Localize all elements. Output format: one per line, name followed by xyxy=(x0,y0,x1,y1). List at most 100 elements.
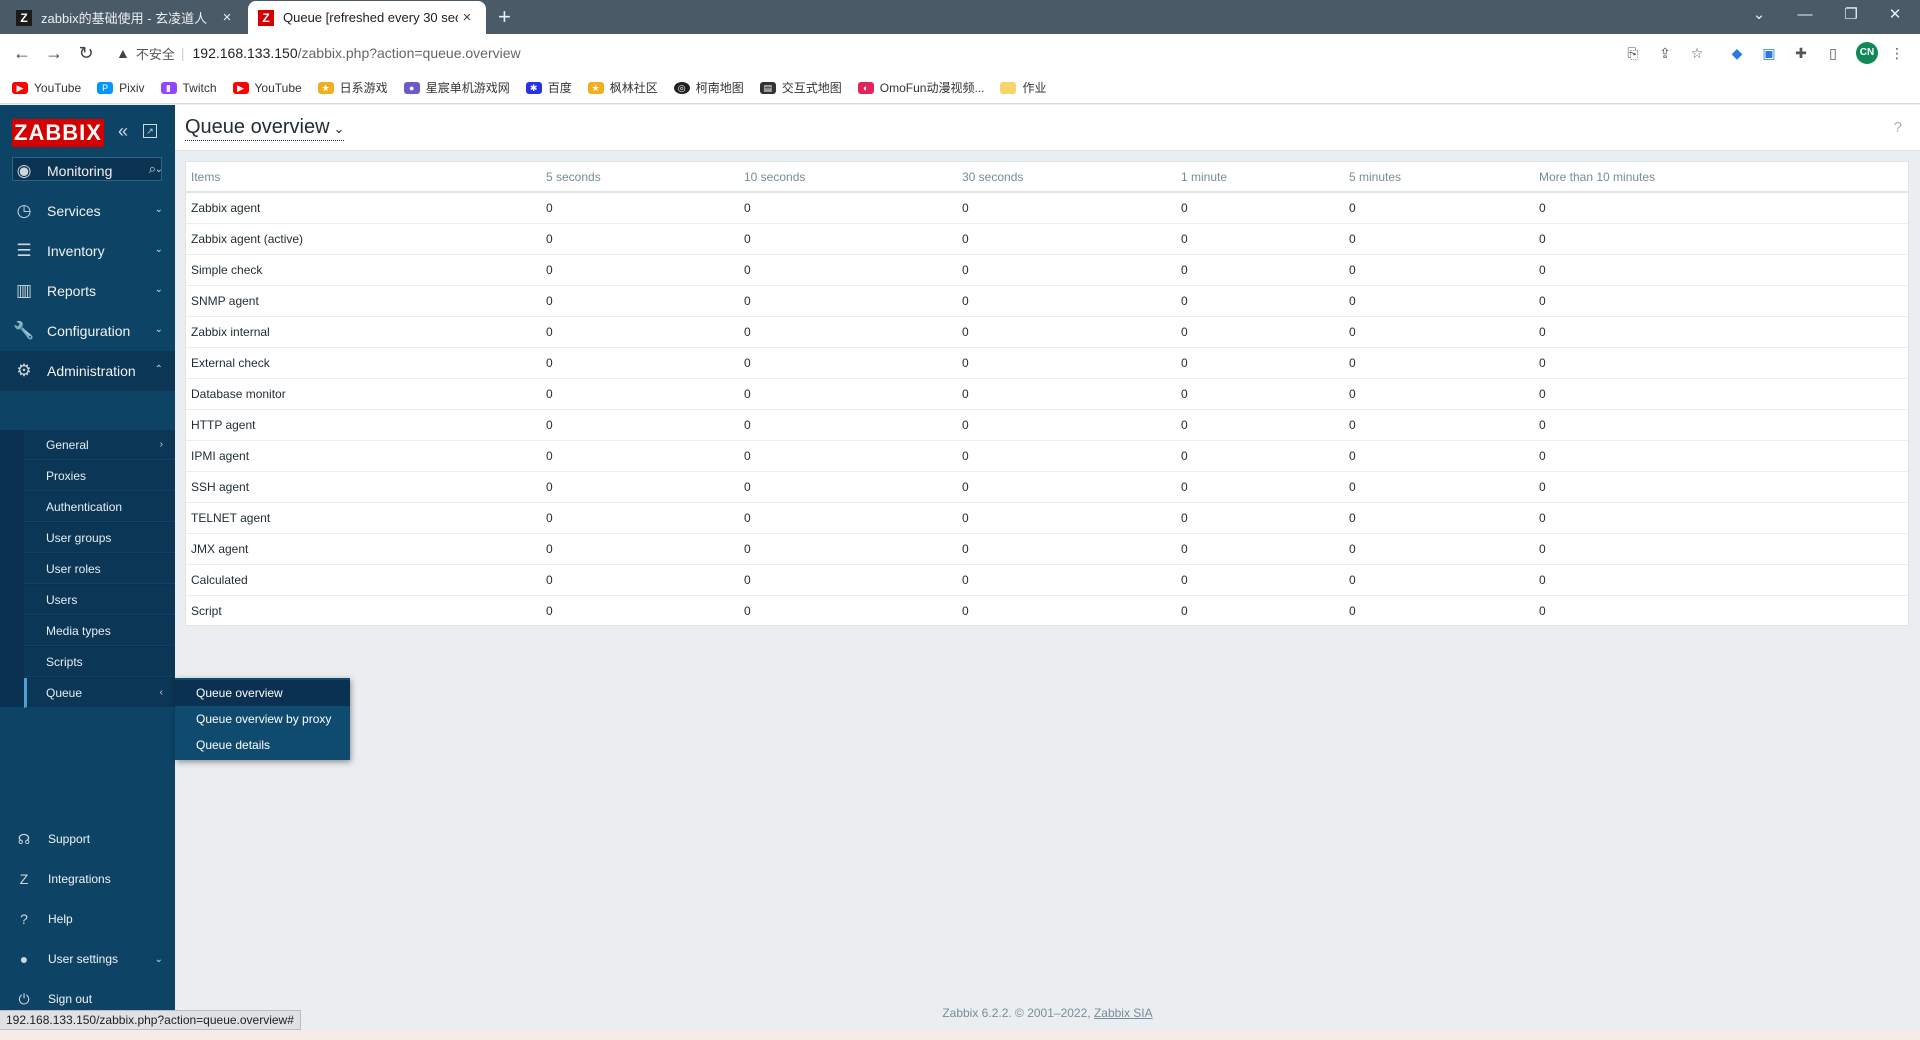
close-tab-icon[interactable]: × xyxy=(218,9,236,26)
reports-icon: ▥ xyxy=(15,281,33,300)
submenu-media-types[interactable]: Media types xyxy=(24,616,175,646)
flyout-queue-overview-by-proxy[interactable]: Queue overview by proxy xyxy=(175,706,350,732)
submenu-queue[interactable]: Queue ‹ xyxy=(24,678,175,708)
submenu-scripts[interactable]: Scripts xyxy=(24,647,175,677)
item-type-cell: Database monitor xyxy=(186,378,541,410)
column-header: Items xyxy=(186,162,541,193)
forward-icon[interactable]: → xyxy=(42,42,66,64)
menu-configuration[interactable]: 🔧 Configuration ⌄ xyxy=(0,311,175,351)
queue-count-cell: 0 xyxy=(739,285,957,317)
security-label: 不安全 xyxy=(135,46,175,62)
pixiv-icon: P xyxy=(97,81,114,94)
translate-icon[interactable]: ⎘ xyxy=(1622,43,1644,63)
menu-label: Integrations xyxy=(48,872,111,886)
submenu-general[interactable]: General › xyxy=(24,430,175,460)
menu-administration[interactable]: ⚙ Administration ⌃ xyxy=(0,351,175,391)
browser-tab-active[interactable]: Z Queue [refreshed every 30 sec.] × xyxy=(248,1,486,34)
bookmark-game-site[interactable]: ● 星宸单机游戏网 xyxy=(403,79,510,96)
menu-kebab-icon[interactable]: ⋮ xyxy=(1886,43,1908,63)
kiosk-mode-icon[interactable]: ↗ xyxy=(143,124,157,138)
bookmark-pixiv[interactable]: P Pixiv xyxy=(97,81,145,95)
table-row: TELNET agent 0 0 0 0 0 0 xyxy=(186,502,1908,534)
back-icon[interactable]: ← xyxy=(10,42,34,64)
queue-count-cell: 0 xyxy=(739,316,957,348)
queue-count-cell: 0 xyxy=(1534,223,1908,255)
queue-count-cell: 0 xyxy=(1534,564,1908,596)
page-title-dropdown[interactable]: Queue overview ⌄ xyxy=(185,116,345,141)
side-panel-icon[interactable]: ▯ xyxy=(1822,43,1844,63)
bookmark-youtube[interactable]: ▶ YouTube xyxy=(12,81,81,95)
menu-label: Monitoring xyxy=(47,163,113,179)
tab-search-icon[interactable]: ⌄ xyxy=(1744,4,1774,26)
submenu-proxies[interactable]: Proxies xyxy=(24,461,175,491)
bookmark-homework[interactable]: 作业 xyxy=(1000,79,1046,96)
window-close-icon[interactable]: ✕ xyxy=(1880,4,1910,26)
bookmark-conan-map[interactable]: ◎ 柯南地图 xyxy=(673,79,744,96)
table-header-row: Items 5 seconds 10 seconds 30 seconds 1 … xyxy=(186,162,1908,193)
collapse-sidebar-icon[interactable]: « xyxy=(118,121,128,142)
bookmark-interactive-map[interactable]: ▤ 交互式地图 xyxy=(759,79,842,96)
table-row: HTTP agent 0 0 0 0 0 0 xyxy=(186,409,1908,441)
item-type-cell: JMX agent xyxy=(186,533,541,565)
extension-edge-icon[interactable]: ◆ xyxy=(1726,43,1748,63)
submenu-users[interactable]: Users xyxy=(24,585,175,615)
submenu-authentication[interactable]: Authentication xyxy=(24,492,175,522)
item-type-cell: External check xyxy=(186,347,541,379)
bookmark-twitch[interactable]: ▮ Twitch xyxy=(160,81,217,95)
item-type-cell: Calculated xyxy=(186,564,541,596)
menu-integrations[interactable]: Z Integrations xyxy=(0,862,175,896)
submenu-label: Queue xyxy=(46,685,83,700)
queue-count-cell: 0 xyxy=(541,285,739,317)
menu-monitoring[interactable]: ◉ Monitoring ⌄ xyxy=(0,151,175,191)
queue-count-cell: 0 xyxy=(739,564,957,596)
menu-help[interactable]: ? Help xyxy=(0,902,175,936)
new-tab-icon[interactable]: + xyxy=(498,4,511,30)
tab-title: zabbix的基础使用 - 玄凌道人 xyxy=(41,11,208,26)
address-bar[interactable]: ▲ 不安全 | 192.168.133.150 /zabbix.php?acti… xyxy=(110,38,1630,68)
queue-count-cell: 0 xyxy=(739,502,957,534)
flyout-queue-overview[interactable]: Queue overview xyxy=(175,680,350,706)
menu-user-settings[interactable]: ● User settings ⌄ xyxy=(0,942,175,976)
queue-count-cell: 0 xyxy=(1344,471,1534,503)
queue-count-cell: 0 xyxy=(1534,378,1908,410)
queue-count-cell: 0 xyxy=(739,223,957,255)
column-header: 5 minutes xyxy=(1344,162,1534,193)
chevron-right-icon: › xyxy=(159,439,163,450)
bookmark-jp-games[interactable]: ★ 日系游戏 xyxy=(317,79,388,96)
restore-icon[interactable]: ❐ xyxy=(1836,4,1866,26)
close-tab-icon[interactable]: × xyxy=(458,9,476,26)
zabbix-logo[interactable]: ZABBIX xyxy=(12,119,104,147)
flyout-queue-details[interactable]: Queue details xyxy=(175,732,350,758)
table-row: SSH agent 0 0 0 0 0 0 xyxy=(186,471,1908,503)
minimize-icon[interactable]: — xyxy=(1790,4,1820,26)
queue-count-cell: 0 xyxy=(1534,409,1908,441)
share-icon[interactable]: ⇪ xyxy=(1654,43,1676,63)
bookmark-youtube-2[interactable]: ▶ YouTube xyxy=(232,81,302,95)
reload-icon[interactable]: ↻ xyxy=(74,42,98,64)
submenu-label: Users xyxy=(46,592,78,607)
table-row: Script 0 0 0 0 0 0 xyxy=(186,595,1908,626)
bookmark-label: 日系游戏 xyxy=(339,81,388,95)
footer-link[interactable]: Zabbix SIA xyxy=(1094,1006,1153,1020)
submenu-user-roles[interactable]: User roles xyxy=(24,554,175,584)
item-type-cell: Zabbix agent xyxy=(186,192,541,224)
queue-count-cell: 0 xyxy=(1534,254,1908,286)
menu-inventory[interactable]: ☰ Inventory ⌄ xyxy=(0,231,175,271)
profile-avatar[interactable]: CN xyxy=(1856,42,1878,64)
column-header: 5 seconds xyxy=(541,162,739,193)
bookmark-fenglin[interactable]: ★ 枫林社区 xyxy=(587,79,658,96)
menu-reports[interactable]: ▥ Reports ⌄ xyxy=(0,271,175,311)
extensions-puzzle-icon[interactable]: ✚ xyxy=(1790,43,1812,63)
submenu-user-groups[interactable]: User groups xyxy=(24,523,175,553)
menu-services[interactable]: ◷ Services ⌄ xyxy=(0,191,175,231)
item-type-cell: Zabbix internal xyxy=(186,316,541,348)
bookmark-star-icon[interactable]: ☆ xyxy=(1686,43,1708,63)
help-icon[interactable]: ? xyxy=(1894,119,1902,136)
bookmark-baidu[interactable]: ✱ 百度 xyxy=(525,79,572,96)
sidebar: ZABBIX « ↗ ⌕ ◉ Monitoring ⌄ ◷ Services ⌄… xyxy=(0,105,175,1040)
bookmark-omofun[interactable]: ◐ OmoFun动漫视频... xyxy=(857,79,984,96)
chevron-down-icon: ⌄ xyxy=(154,953,163,965)
browser-tab[interactable]: Z zabbix的基础使用 - 玄凌道人 × xyxy=(6,1,246,34)
menu-support[interactable]: ☊ Support xyxy=(0,822,175,856)
extension-translate-icon[interactable]: ▣ xyxy=(1758,43,1780,63)
